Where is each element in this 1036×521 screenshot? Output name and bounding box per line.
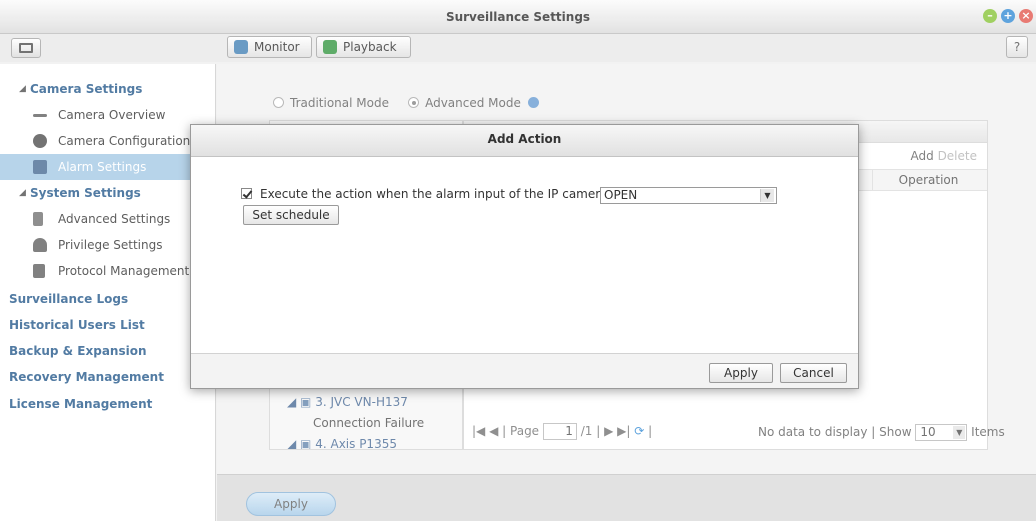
execute-action-label: Execute the action when the alarm input … bbox=[260, 187, 621, 201]
execute-action-checkbox[interactable]: Execute the action when the alarm input … bbox=[241, 187, 621, 201]
dialog-cancel-button[interactable]: Cancel bbox=[780, 363, 847, 383]
add-action-dialog: Add Action Execute the action when the a… bbox=[190, 124, 859, 389]
chevron-down-icon: ▼ bbox=[760, 189, 774, 202]
checkbox-icon bbox=[241, 188, 252, 199]
dialog-title: Add Action bbox=[191, 125, 858, 157]
alarm-state-value: OPEN bbox=[604, 188, 638, 202]
alarm-state-select[interactable]: OPEN ▼ bbox=[600, 187, 777, 204]
dialog-footer: Apply Cancel bbox=[191, 353, 858, 388]
set-schedule-button[interactable]: Set schedule bbox=[243, 205, 339, 225]
dialog-apply-button[interactable]: Apply bbox=[709, 363, 773, 383]
